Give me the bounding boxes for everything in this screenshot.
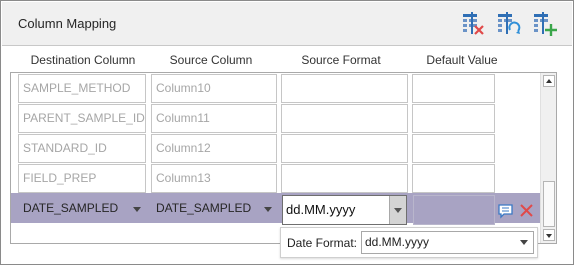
table-add-icon <box>534 12 557 36</box>
table-delete-icon <box>463 12 484 35</box>
mapping-grid: SAMPLE_METHOD Column10 PARENT_SAMPLE_ID … <box>10 72 557 244</box>
scroll-up-button[interactable] <box>543 75 555 87</box>
source-format-value: dd.MM.yyyy <box>286 202 356 217</box>
chevron-down-icon <box>546 234 552 238</box>
header-default-value: Default Value <box>426 53 498 67</box>
refresh-mappings-button[interactable] <box>494 11 522 37</box>
default-value-cell[interactable] <box>412 164 495 193</box>
chevron-down-icon <box>264 207 272 212</box>
default-value-cell[interactable] <box>412 104 495 133</box>
source-format-combobox[interactable]: dd.MM.yyyy <box>282 195 407 225</box>
title-bar: Column Mapping <box>2 2 572 46</box>
column-headers: Destination Column Source Column Source … <box>1 53 574 69</box>
source-cell[interactable]: Column12 <box>151 134 277 163</box>
date-format-value: dd.MM.yyyy <box>365 235 430 249</box>
default-value-cell[interactable] <box>412 134 495 163</box>
destination-cell[interactable]: STANDARD_ID <box>18 134 146 163</box>
date-format-dropdown[interactable]: dd.MM.yyyy <box>361 231 534 254</box>
source-cell[interactable]: Column13 <box>151 164 277 193</box>
header-source-column: Source Column <box>169 53 253 67</box>
destination-dropdown[interactable]: DATE_SAMPLED <box>19 196 147 220</box>
destination-cell[interactable]: SAMPLE_METHOD <box>18 74 146 103</box>
chevron-up-icon <box>546 79 552 83</box>
chevron-down-icon <box>133 207 141 212</box>
delete-row-icon[interactable] <box>518 202 535 219</box>
format-cell[interactable] <box>281 134 408 163</box>
date-format-popup: Date Format: dd.MM.yyyy <box>280 227 538 258</box>
destination-cell[interactable]: FIELD_PREP <box>18 164 146 193</box>
add-mapping-button[interactable] <box>530 11 558 37</box>
column-mapping-panel: Column Mapping Destination Column Source… <box>0 0 574 265</box>
table-refresh-icon <box>498 12 521 34</box>
format-cell[interactable] <box>281 104 408 133</box>
default-value-cell-selected[interactable] <box>413 195 495 225</box>
vertical-scrollbar[interactable] <box>540 73 556 243</box>
header-destination-column: Destination Column <box>30 53 136 67</box>
source-dropdown[interactable]: DATE_SAMPLED <box>152 196 278 220</box>
default-value-cell[interactable] <box>412 74 495 103</box>
scroll-down-button[interactable] <box>543 229 555 241</box>
panel-title: Column Mapping <box>18 16 117 31</box>
scrollbar-thumb[interactable] <box>543 181 555 227</box>
destination-cell[interactable]: PARENT_SAMPLE_ID <box>18 104 146 133</box>
remove-mappings-button[interactable] <box>458 11 486 37</box>
format-cell[interactable] <box>281 74 408 103</box>
source-value: DATE_SAMPLED <box>156 201 252 215</box>
source-cell[interactable]: Column11 <box>151 104 277 133</box>
date-format-label: Date Format: <box>287 236 358 250</box>
destination-value: DATE_SAMPLED <box>23 201 119 215</box>
chevron-down-icon <box>520 240 528 245</box>
header-source-format: Source Format <box>301 53 381 67</box>
chevron-down-icon <box>394 208 402 213</box>
format-cell[interactable] <box>281 164 408 193</box>
comment-icon[interactable] <box>497 203 515 219</box>
source-format-dropdown-button[interactable] <box>389 196 406 224</box>
source-cell[interactable]: Column10 <box>151 74 277 103</box>
